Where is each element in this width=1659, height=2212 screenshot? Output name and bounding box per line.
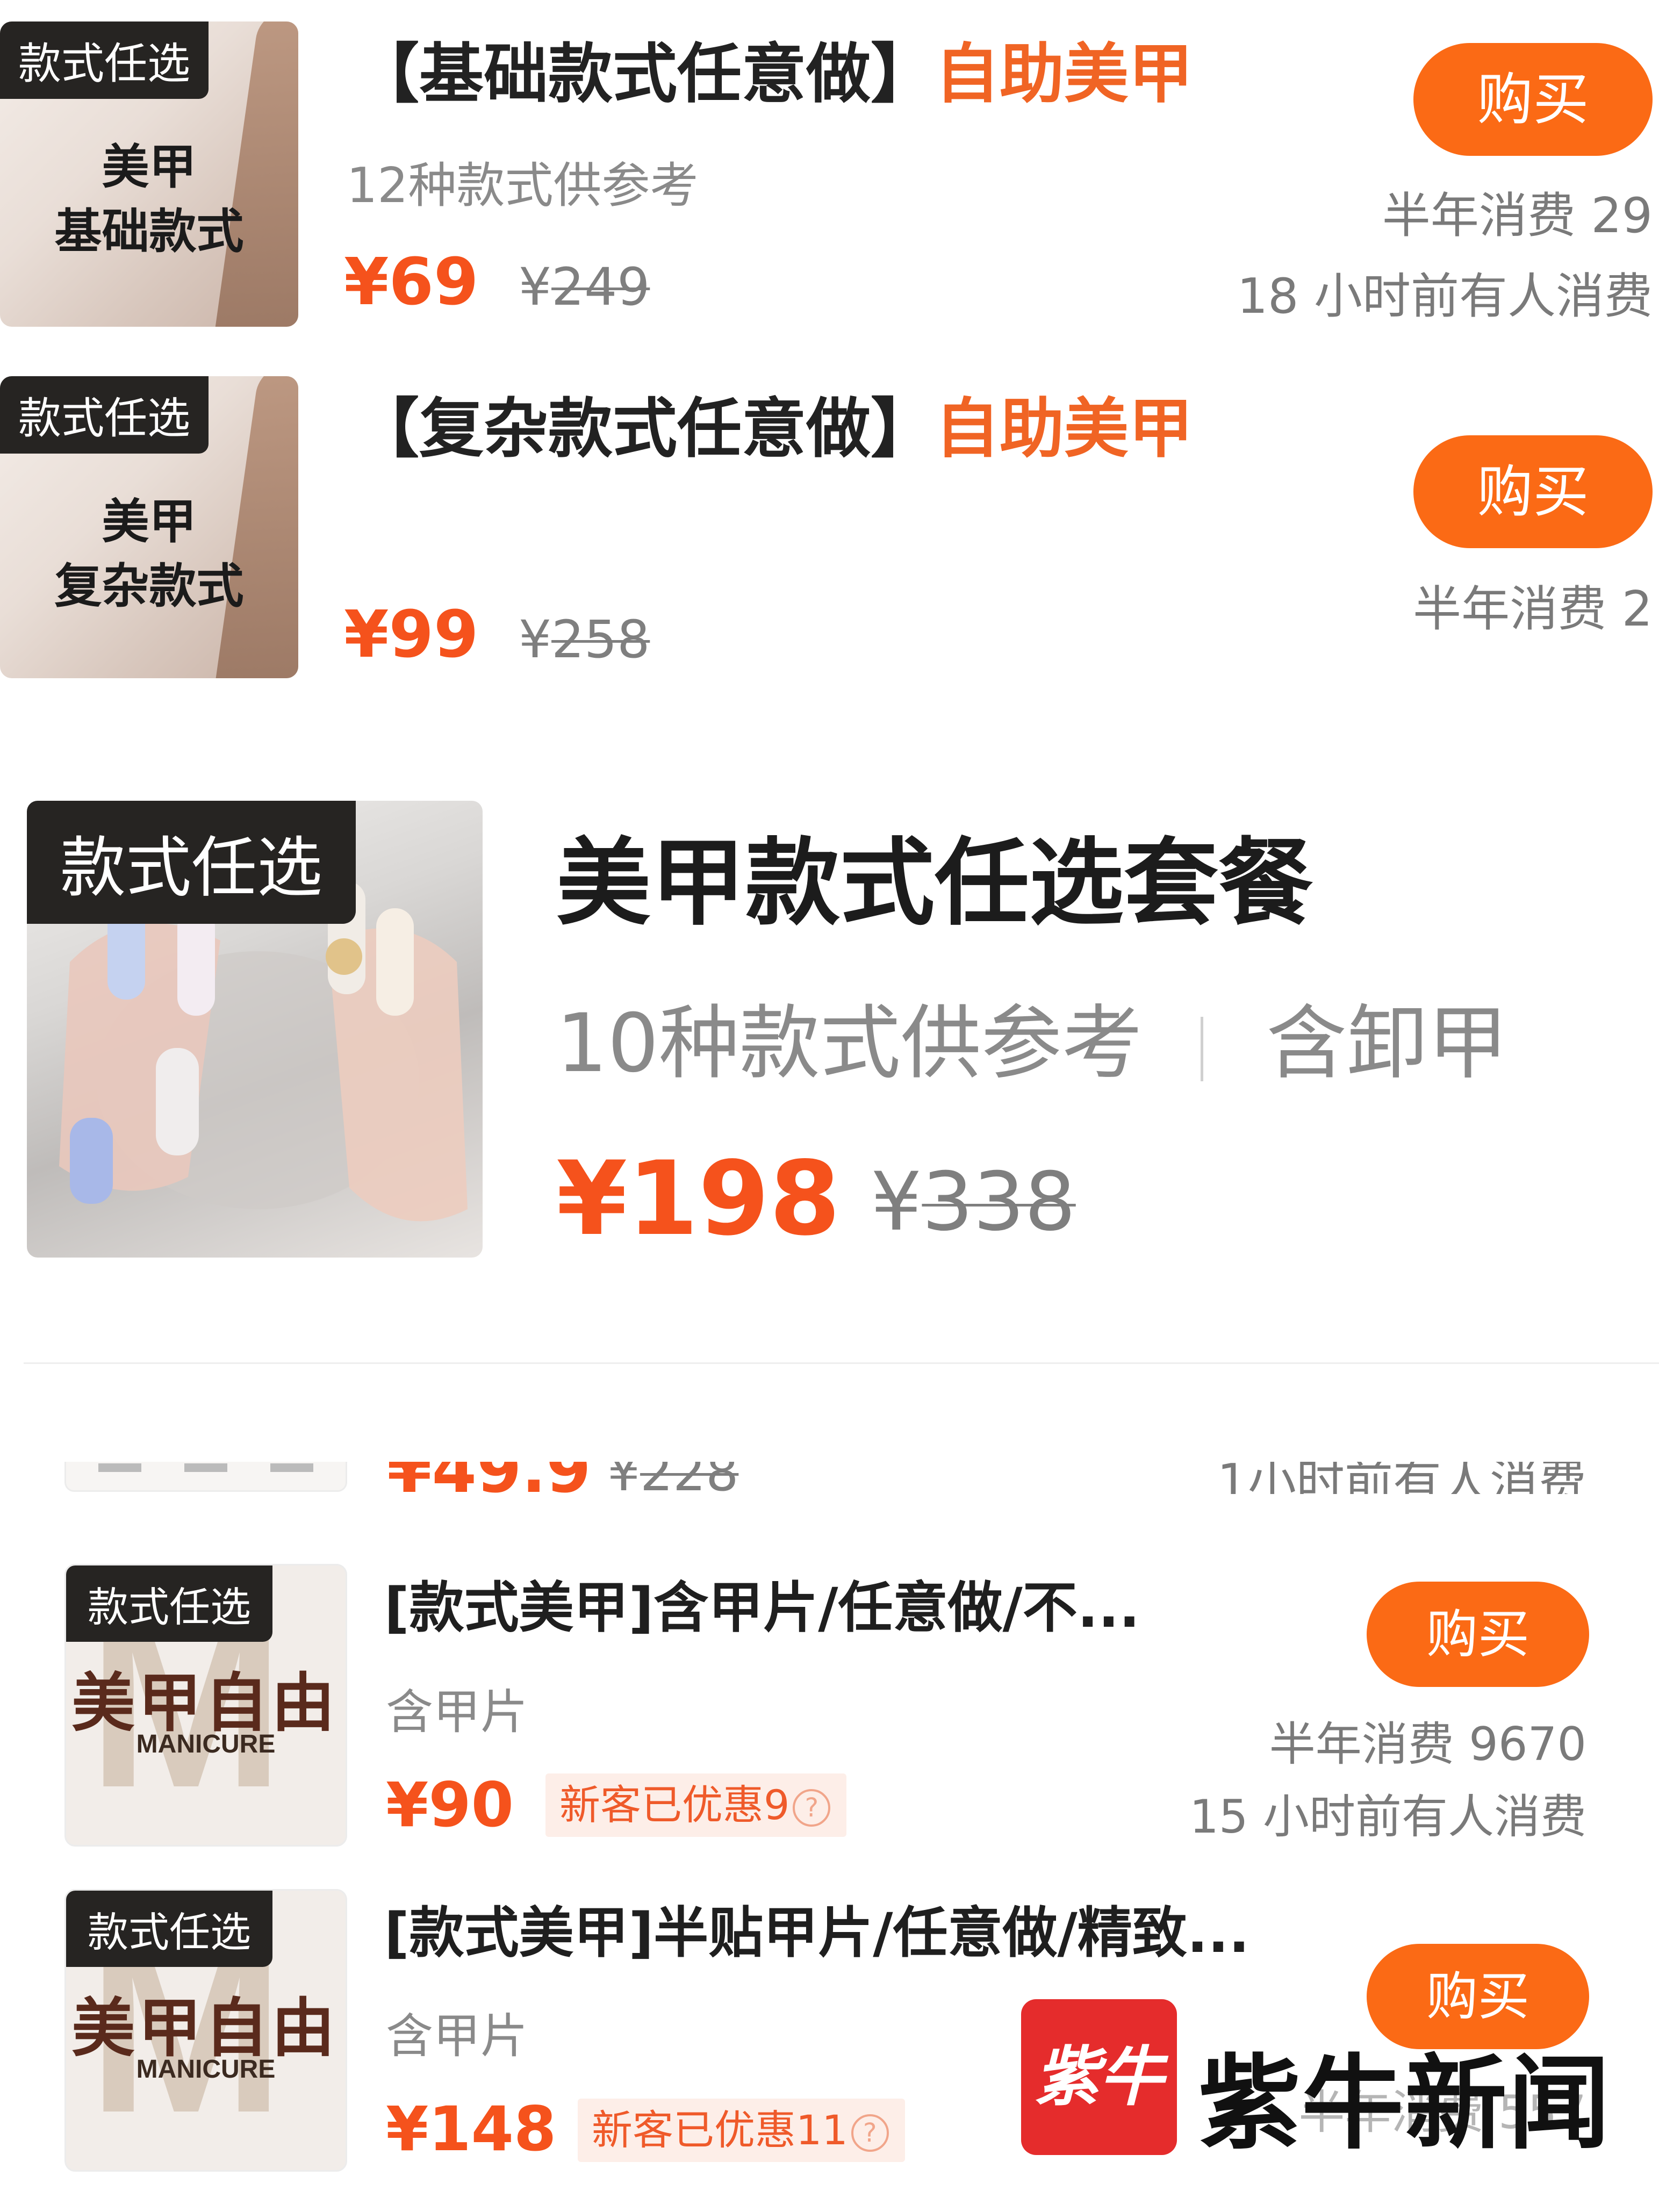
cutoff-price: ¥49.9	[387, 1462, 591, 1494]
original-price-symbol: ¥	[519, 257, 552, 317]
style-tag: 款式任选	[27, 801, 356, 924]
featured-title[interactable]: 美甲款式任选套餐	[556, 806, 1313, 943]
coupon-text: 新客已优惠11	[592, 2106, 848, 2154]
featured-subtitle-styles: 10种款式供参考	[556, 997, 1143, 1090]
section-divider	[24, 1362, 1659, 1364]
cutoff-thumbnail-bar	[184, 1463, 227, 1472]
original-price-symbol: ¥	[871, 1155, 922, 1249]
thumbnail-caption-line1: 美甲	[102, 139, 197, 195]
new-customer-coupon: 新客已优惠9?	[545, 1773, 847, 1837]
original-price-value: 249	[551, 257, 650, 317]
original-price-value: 228	[640, 1462, 739, 1494]
product-price: ¥69	[344, 245, 479, 320]
product-thumbnail[interactable]: M 款式任选 美甲自由 MANICURE	[64, 1564, 347, 1847]
product-thumbnail[interactable]: 款式任选 美甲 基础款式	[0, 21, 298, 327]
watermark-logo-text: 紫牛	[1035, 2039, 1164, 2115]
product-title[interactable]: [款式美甲]含甲片/任意做/不...	[384, 1564, 1140, 1643]
cutoff-thumbnail	[64, 1462, 347, 1492]
sales-count: 半年消费 29	[1382, 188, 1653, 244]
help-icon[interactable]: ?	[851, 2114, 889, 2152]
buy-button[interactable]: 购买	[1367, 1582, 1589, 1687]
sales-count: 半年消费 2	[1413, 581, 1653, 637]
product-title-main: 【基础款式任意做】	[355, 37, 935, 112]
help-icon[interactable]: ?	[793, 1789, 831, 1827]
featured-price: ¥198	[556, 1139, 841, 1258]
product-price: ¥90	[386, 1769, 514, 1841]
cutoff-original-price: ¥228	[607, 1462, 738, 1494]
watermark-text: 紫牛新闻	[1198, 2043, 1612, 2163]
thumbnail-caption-line1: 美甲	[102, 493, 197, 549]
original-price: ¥258	[519, 609, 650, 670]
product-title[interactable]: 【基础款式任意做】自助美甲	[355, 21, 1193, 115]
cutoff-thumbnail-bar	[98, 1463, 141, 1472]
featured-subtitle: 10种款式供参考 含卸甲	[556, 978, 1508, 1095]
product-subtitle: 含甲片	[386, 2008, 528, 2064]
original-price-value: 258	[551, 609, 650, 670]
product-subtitle: 含甲片	[386, 1684, 528, 1740]
subtitle-divider	[1200, 1016, 1203, 1081]
thumbnail-caption-line2: 复杂款式	[54, 558, 244, 614]
original-price-symbol: ¥	[519, 609, 552, 670]
thumbnail-brand-en: MANICURE	[136, 2055, 276, 2084]
thumbnail-caption-line2: 基础款式	[54, 203, 244, 259]
product-title-accent: 自助美甲	[935, 392, 1193, 466]
cutoff-row: ¥49.9 ¥228 1小时前有人消费	[0, 1462, 1659, 1494]
product-price: ¥148	[386, 2093, 557, 2165]
product-thumbnail[interactable]: 款式任选 美甲 复杂款式	[0, 376, 298, 678]
recent-purchase: 18 小时前有人消费	[1237, 268, 1653, 325]
thumbnail-brand-en: MANICURE	[136, 1730, 276, 1758]
original-price-value: 338	[922, 1155, 1076, 1249]
product-title[interactable]: [款式美甲]半贴甲片/任意做/精致...	[384, 1889, 1249, 1968]
style-tag: 款式任选	[66, 1565, 272, 1642]
featured-original-price: ¥338	[871, 1155, 1076, 1249]
coupon-text: 新客已优惠9	[559, 1781, 790, 1829]
featured-subtitle-removal: 含卸甲	[1266, 997, 1509, 1090]
style-tag: 款式任选	[66, 1891, 272, 1967]
product-price: ¥99	[344, 598, 479, 672]
style-tag: 款式任选	[0, 21, 209, 99]
product-title[interactable]: 【复杂款式任意做】自助美甲	[355, 376, 1193, 470]
product-thumbnail[interactable]: M 款式任选 美甲自由 MANICURE	[64, 1889, 347, 2172]
new-customer-coupon: 新客已优惠11?	[578, 2099, 905, 2162]
product-title-accent: 自助美甲	[935, 37, 1193, 112]
buy-button[interactable]: 购买	[1413, 435, 1653, 548]
product-title-main: 【复杂款式任意做】	[355, 392, 935, 466]
featured-thumbnail[interactable]: 款式任选	[27, 801, 483, 1258]
cutoff-recent-purchase: 1小时前有人消费	[1217, 1462, 1586, 1494]
sales-count: 半年消费 9670	[1269, 1718, 1586, 1771]
recent-purchase: 15 小时前有人消费	[1189, 1790, 1586, 1844]
original-price-symbol: ¥	[607, 1462, 641, 1494]
product-subtitle: 12种款式供参考	[347, 157, 699, 214]
watermark-logo: 紫牛	[1021, 1999, 1177, 2155]
cutoff-thumbnail-bar	[270, 1463, 313, 1472]
original-price: ¥249	[519, 257, 650, 317]
buy-button[interactable]: 购买	[1413, 43, 1653, 156]
style-tag: 款式任选	[0, 376, 209, 454]
